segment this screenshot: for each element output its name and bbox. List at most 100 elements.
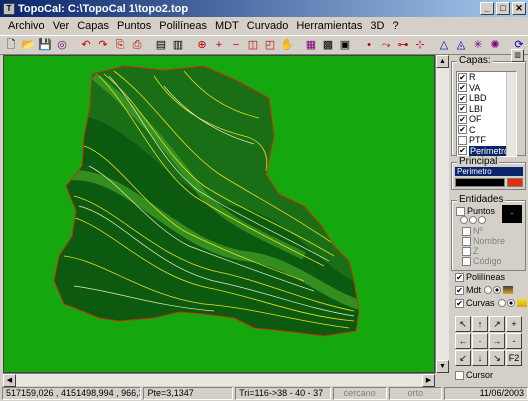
layer-checkbox[interactable]	[458, 135, 467, 145]
menu-curvado[interactable]: Curvado	[243, 20, 293, 32]
status-bar: 517159,026 , 4151498,994 , 966,363 Pte=3…	[0, 386, 528, 401]
point-style-swatch[interactable]: ·	[502, 205, 522, 223]
minimize-button[interactable]: _	[480, 2, 494, 15]
menu-help[interactable]: ?	[388, 20, 402, 32]
mdt-color-swatch[interactable]	[503, 286, 514, 294]
curvas-color-swatch[interactable]	[516, 299, 527, 307]
status-orto[interactable]: orto	[388, 387, 443, 400]
zoom-plus-button[interactable]: +	[506, 316, 522, 332]
center-button[interactable]: ·	[472, 333, 488, 349]
status-pte: Pte=3,1347	[143, 387, 234, 400]
pan-up-left-icon[interactable]: ↖	[455, 316, 471, 332]
entidades-label: Entidades	[457, 194, 506, 205]
menu-polilineas[interactable]: Polilíneas	[155, 20, 211, 32]
layers-icon[interactable]: ▣	[337, 37, 353, 53]
mesh-edit-icon[interactable]: ✺	[487, 37, 503, 53]
pan-left-icon[interactable]: ←	[455, 333, 471, 349]
undo-icon[interactable]: ↶	[78, 37, 94, 53]
triangle-edit-icon[interactable]: ◬	[453, 37, 469, 53]
menu-archivo[interactable]: Archivo	[4, 20, 49, 32]
layer-checkbox[interactable]: ✔	[458, 114, 467, 124]
pan-right-icon[interactable]: →	[489, 333, 505, 349]
puntos-checkbox[interactable]	[456, 206, 465, 216]
status-date: 11/06/2003	[444, 387, 528, 400]
status-tri: Tri=116->38 - 40 - 37	[235, 387, 331, 400]
toolbar: 🗋 📂 💾 ◎ ↶ ↷ ⎘ ⎙ ▤ ▥ ⊕ + − ◫ ◰ ✋ ▦ ▩ ▣ • …	[0, 35, 528, 55]
zoom-in-icon[interactable]: +	[211, 37, 227, 53]
mdt-row[interactable]: ✔ Mdt	[455, 285, 514, 295]
sub-option-number[interactable]: Nº	[462, 226, 483, 236]
menu-capas[interactable]: Capas	[73, 20, 113, 32]
menu-herramientas[interactable]: Herramientas	[292, 20, 366, 32]
zoom-out-icon[interactable]: −	[228, 37, 244, 53]
pages-icon[interactable]: ▥	[170, 37, 186, 53]
new-file-icon[interactable]: 🗋	[3, 37, 19, 53]
layer-list: ✔ R ✔ VA ✔ LBD ✔ LBI ✔ OF ✔ C PTF ✔ Perimetro	[456, 71, 517, 157]
insert-node-icon[interactable]: ⊹	[412, 37, 428, 53]
f2-button[interactable]: F2	[506, 350, 522, 366]
circle-icon[interactable]: ◎	[54, 37, 70, 53]
scroll-up-icon[interactable]: ▲	[436, 55, 449, 68]
print-icon[interactable]: ⎙	[129, 37, 145, 53]
principal-line-style[interactable]	[455, 178, 505, 187]
pan-down-icon[interactable]: ↓	[472, 350, 488, 366]
zoom-all-icon[interactable]: ⊕	[194, 37, 210, 53]
node-icon[interactable]: ⊶	[395, 37, 411, 53]
capas-group: Capas: ✔ R ✔ VA ✔ LBD ✔ LBI ✔ OF ✔ C PTF ✔ Peri…	[451, 49, 526, 157]
redo-icon[interactable]: ↷	[95, 37, 111, 53]
zoom-previous-icon[interactable]: ◰	[262, 37, 278, 53]
layer-checkbox[interactable]: ✔	[458, 83, 467, 93]
layer-checkbox[interactable]: ✔	[458, 146, 467, 156]
cursor-row[interactable]: Cursor	[455, 370, 493, 380]
curvas-row[interactable]: ✔ Curvas	[455, 298, 527, 308]
menu-3d[interactable]: 3D	[366, 20, 388, 32]
layer-checkbox[interactable]: ✔	[458, 104, 467, 114]
polyline-icon[interactable]: ⤳	[378, 37, 394, 53]
sub-option-z[interactable]: Z	[462, 246, 479, 256]
zoom-minus-button[interactable]: -	[506, 333, 522, 349]
map-vertical-scrollbar[interactable]: ▲ ▼	[435, 55, 449, 373]
mdt-checkbox[interactable]: ✔	[455, 285, 464, 295]
layer-checkbox[interactable]: ✔	[458, 72, 467, 82]
grid-icon[interactable]: ▦	[303, 37, 319, 53]
polilineas-checkbox[interactable]: ✔	[455, 272, 464, 282]
polilineas-row[interactable]: ✔ Polilíneas	[455, 272, 505, 282]
principal-layer-select[interactable]: Perimetro	[455, 167, 523, 176]
menu-puntos[interactable]: Puntos	[113, 20, 155, 32]
close-button[interactable]: ✕	[512, 2, 526, 15]
sub-option-codigo[interactable]: Código	[462, 256, 502, 266]
hatch-icon[interactable]: ▩	[320, 37, 336, 53]
open-folder-icon[interactable]: 📂	[20, 37, 36, 53]
status-cercano[interactable]: cercano	[332, 387, 387, 400]
mesh-icon[interactable]: ✳	[470, 37, 486, 53]
hand-pan-icon[interactable]: ✋	[279, 37, 295, 53]
sub-option-nombre[interactable]: Nombre	[462, 236, 505, 246]
title-bar: T TopoCal: C:\TopoCal 1\topo2.top _ □ ✕	[0, 0, 528, 17]
pan-up-icon[interactable]: ↑	[472, 316, 488, 332]
menu-mdt[interactable]: MDT	[211, 20, 243, 32]
principal-color-swatch[interactable]	[507, 178, 523, 187]
pan-up-right-icon[interactable]: ↗	[489, 316, 505, 332]
triangle-icon[interactable]: △	[436, 37, 452, 53]
maximize-button[interactable]: □	[496, 2, 510, 15]
dot-icon[interactable]: •	[361, 37, 377, 53]
pan-down-left-icon[interactable]: ↙	[455, 350, 471, 366]
puntos-radio-row[interactable]	[460, 216, 487, 224]
notes-icon[interactable]: ▤	[153, 37, 169, 53]
cursor-checkbox[interactable]	[455, 370, 464, 380]
menu-ver[interactable]: Ver	[49, 20, 74, 32]
zoom-window-icon[interactable]: ◫	[245, 37, 261, 53]
scroll-down-icon[interactable]: ▼	[436, 360, 449, 373]
copy-icon[interactable]: ⎘	[112, 37, 128, 53]
map-horizontal-scrollbar[interactable]: ◀ ▶	[3, 373, 435, 387]
terrain-map[interactable]	[4, 56, 434, 372]
pan-down-right-icon[interactable]: ↘	[489, 350, 505, 366]
save-icon[interactable]: 💾	[37, 37, 53, 53]
map-canvas[interactable]	[3, 55, 435, 373]
curvas-checkbox[interactable]: ✔	[455, 298, 464, 308]
layer-checkbox[interactable]: ✔	[458, 93, 467, 103]
layer-list-scrollbar[interactable]	[506, 72, 516, 156]
puntos-row[interactable]: Puntos	[456, 206, 495, 216]
layer-manager-icon[interactable]: ▥	[511, 49, 524, 62]
layer-checkbox[interactable]: ✔	[458, 125, 467, 135]
